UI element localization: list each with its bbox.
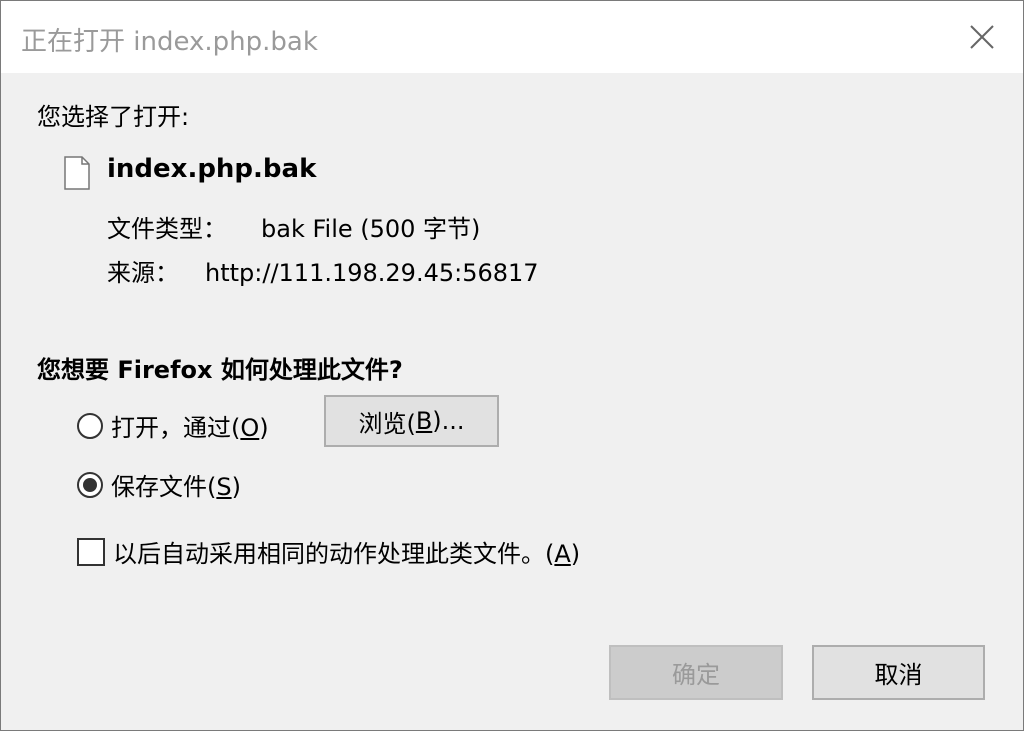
intro-text: 您选择了打开: <box>37 103 190 131</box>
file-name: index.php.bak <box>107 154 317 184</box>
file-type-value: bak File (500 字节) <box>261 215 481 243</box>
remember-choice-option[interactable]: 以后自动采用相同的动作处理此类文件。(A) <box>77 534 580 569</box>
ok-button[interactable]: 确定 <box>609 645 783 700</box>
close-icon <box>970 25 994 49</box>
radio-selected-dot <box>83 477 97 492</box>
cancel-button[interactable]: 取消 <box>812 645 985 700</box>
source-value: http://111.198.29.45:56817 <box>205 259 539 287</box>
open-with-option[interactable]: 打开，通过(O) <box>77 408 269 443</box>
save-file-label: 保存文件(S) <box>111 473 241 501</box>
question-heading: 您想要 Firefox 如何处理此文件? <box>37 356 403 384</box>
save-file-radio[interactable] <box>77 471 103 498</box>
file-icon <box>64 156 90 190</box>
file-type-label: 文件类型： <box>107 215 227 243</box>
remember-choice-checkbox[interactable] <box>77 537 105 566</box>
save-file-option[interactable]: 保存文件(S) <box>77 467 241 502</box>
open-with-label: 打开，通过(O) <box>111 414 269 442</box>
close-button[interactable] <box>941 1 1023 73</box>
window-title: 正在打开 index.php.bak <box>21 27 318 57</box>
title-bar: 正在打开 index.php.bak <box>1 1 1023 73</box>
browse-button[interactable]: 浏览(B)... <box>324 395 499 447</box>
source-label: 来源： <box>107 259 179 287</box>
remember-choice-label: 以后自动采用相同的动作处理此类文件。(A) <box>113 540 581 568</box>
open-with-radio[interactable] <box>77 412 103 439</box>
source-row: 来源： http://111.198.29.45:56817 <box>107 253 539 288</box>
download-dialog: 正在打开 index.php.bak 您选择了打开: index.php.bak… <box>0 0 1024 731</box>
file-type-row: 文件类型： bak File (500 字节) <box>107 209 480 244</box>
